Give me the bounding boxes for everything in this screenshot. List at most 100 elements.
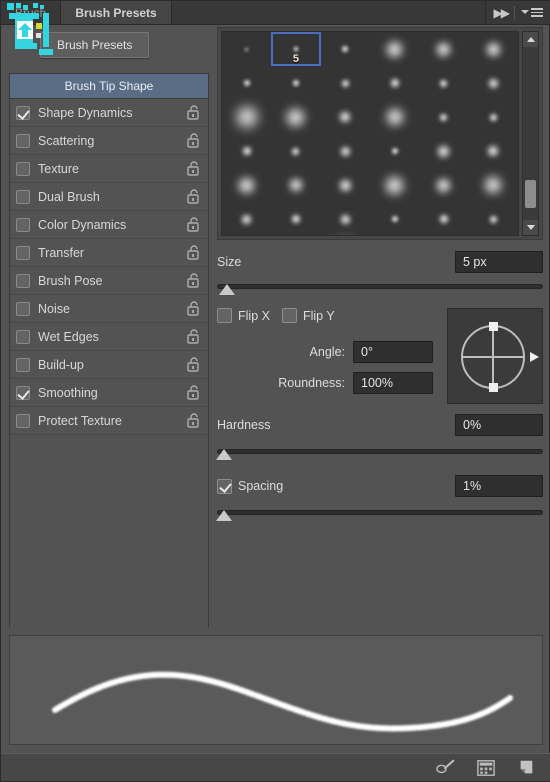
brush-option-checkbox[interactable]: [16, 217, 30, 232]
brush-tip-thumbnail[interactable]: [370, 168, 419, 202]
brush-tip-shape-header[interactable]: Brush Tip Shape: [10, 74, 208, 99]
brush-option-checkbox[interactable]: [16, 189, 30, 204]
scrollbar-thumb[interactable]: [525, 180, 536, 208]
brush-option-checkbox[interactable]: [16, 273, 30, 288]
spacing-input[interactable]: 1%: [455, 475, 543, 497]
brush-tip-thumbnail[interactable]: [469, 202, 518, 235]
brush-tip-thumbnail[interactable]: [321, 100, 370, 134]
brush-tip-thumbnail[interactable]: [271, 168, 320, 202]
brush-tip-thumbnail[interactable]: [419, 66, 468, 100]
tab-brush-presets[interactable]: Brush Presets: [61, 1, 172, 24]
brush-tip-thumbnail[interactable]: [271, 202, 320, 235]
unlock-icon[interactable]: [186, 413, 200, 428]
brush-tip-thumbnail[interactable]: [222, 202, 271, 235]
brush-tip-thumbnail[interactable]: [271, 66, 320, 100]
brush-tip-thumbnail[interactable]: [419, 32, 468, 66]
unlock-icon[interactable]: [186, 161, 200, 176]
brush-tip-thumbnail[interactable]: [469, 66, 518, 100]
unlock-icon[interactable]: [186, 329, 200, 344]
brush-option-row[interactable]: Texture: [10, 155, 208, 183]
brush-tip-grid[interactable]: 5: [221, 31, 519, 236]
brush-tip-thumbnail[interactable]: [222, 66, 271, 100]
brush-grid-scrollbar[interactable]: [522, 31, 539, 236]
unlock-icon[interactable]: [186, 385, 200, 400]
brush-tip-thumbnail[interactable]: [222, 100, 271, 134]
brush-tip-thumbnail[interactable]: [370, 66, 419, 100]
size-slider-thumb[interactable]: [219, 284, 236, 295]
brush-tip-thumbnail[interactable]: [419, 202, 468, 235]
brush-tip-thumbnail[interactable]: [419, 168, 468, 202]
panel-menu-icon[interactable]: [521, 8, 543, 17]
brush-tip-thumbnail[interactable]: [321, 66, 370, 100]
brush-option-row[interactable]: Noise: [10, 295, 208, 323]
size-slider[interactable]: [217, 282, 543, 296]
brush-option-checkbox[interactable]: [16, 413, 30, 428]
angle-input[interactable]: 0°: [353, 341, 433, 363]
brush-grid-view-icon[interactable]: [475, 759, 497, 777]
flip-x-checkbox[interactable]: [217, 308, 232, 323]
spacing-checkbox[interactable]: [217, 478, 232, 494]
brush-tip-thumbnail[interactable]: [321, 168, 370, 202]
brush-presets-button[interactable]: Brush Presets: [40, 32, 150, 58]
spacing-slider-thumb[interactable]: [216, 510, 232, 521]
hardness-slider[interactable]: [216, 447, 543, 461]
angle-roundness-dial-icon[interactable]: [447, 308, 543, 404]
brush-tip-thumbnail[interactable]: [271, 134, 320, 168]
unlock-icon[interactable]: [186, 133, 200, 148]
double-chevron-right-icon[interactable]: ▶▶: [494, 7, 511, 19]
brush-option-row[interactable]: Smoothing: [10, 379, 208, 407]
brush-tip-thumbnail[interactable]: [370, 32, 419, 66]
brush-tip-thumbnail[interactable]: [222, 32, 271, 66]
flip-y-checkbox[interactable]: [281, 308, 297, 323]
brush-option-checkbox[interactable]: [16, 301, 30, 316]
brush-tip-thumbnail[interactable]: [469, 100, 518, 134]
roundness-input[interactable]: 100%: [353, 372, 433, 394]
size-input[interactable]: 5 px: [455, 251, 543, 273]
brush-option-checkbox[interactable]: [16, 161, 30, 176]
brush-tip-thumbnail[interactable]: [370, 202, 419, 235]
unlock-icon[interactable]: [186, 105, 200, 120]
unlock-icon[interactable]: [186, 273, 200, 288]
brush-tip-thumbnail[interactable]: [469, 32, 518, 66]
brush-tip-thumbnail[interactable]: [271, 100, 320, 134]
brush-option-row[interactable]: Scattering: [10, 127, 208, 155]
scroll-up-arrow-icon[interactable]: [523, 32, 538, 47]
tab-brush[interactable]: Brush: [1, 1, 62, 24]
hardness-slider-thumb[interactable]: [216, 449, 232, 460]
brush-tip-thumbnail[interactable]: [321, 134, 370, 168]
unlock-icon[interactable]: [186, 357, 200, 372]
brush-tip-thumbnail[interactable]: [222, 134, 271, 168]
brush-option-checkbox[interactable]: [16, 245, 30, 260]
brush-option-checkbox[interactable]: [16, 329, 30, 344]
scroll-down-arrow-icon[interactable]: [523, 220, 538, 235]
brush-option-checkbox[interactable]: [16, 385, 30, 400]
spacing-slider[interactable]: [216, 508, 543, 522]
brush-tip-thumbnail[interactable]: [222, 168, 271, 202]
brush-tip-thumbnail[interactable]: [469, 168, 518, 202]
brush-option-row[interactable]: Brush Pose: [10, 267, 208, 295]
brush-tip-thumbnail[interactable]: [370, 134, 419, 168]
brush-option-row[interactable]: Color Dynamics: [10, 211, 208, 239]
brush-option-checkbox[interactable]: [16, 105, 30, 120]
new-brush-preset-icon[interactable]: [515, 759, 537, 777]
brush-tip-thumbnail[interactable]: [321, 202, 370, 235]
brush-option-row[interactable]: Dual Brush: [10, 183, 208, 211]
toggle-brush-panel-icon[interactable]: [435, 759, 457, 777]
brush-tip-thumbnail[interactable]: [370, 100, 419, 134]
brush-tip-thumbnail[interactable]: [321, 32, 370, 66]
unlock-icon[interactable]: [186, 217, 200, 232]
brush-tip-thumbnail[interactable]: 5: [271, 32, 321, 66]
brush-option-checkbox[interactable]: [16, 357, 30, 372]
brush-option-row[interactable]: Shape Dynamics: [10, 99, 208, 127]
unlock-icon[interactable]: [186, 189, 200, 204]
brush-tip-thumbnail[interactable]: [419, 100, 468, 134]
unlock-icon[interactable]: [186, 301, 200, 316]
brush-option-row[interactable]: Build-up: [10, 351, 208, 379]
brush-tip-thumbnail[interactable]: [469, 134, 518, 168]
unlock-icon[interactable]: [186, 245, 200, 260]
brush-option-row[interactable]: Transfer: [10, 239, 208, 267]
brush-option-row[interactable]: Wet Edges: [10, 323, 208, 351]
brush-option-row[interactable]: Protect Texture: [10, 407, 208, 435]
hardness-input[interactable]: 0%: [455, 414, 543, 436]
brush-option-checkbox[interactable]: [16, 133, 30, 148]
